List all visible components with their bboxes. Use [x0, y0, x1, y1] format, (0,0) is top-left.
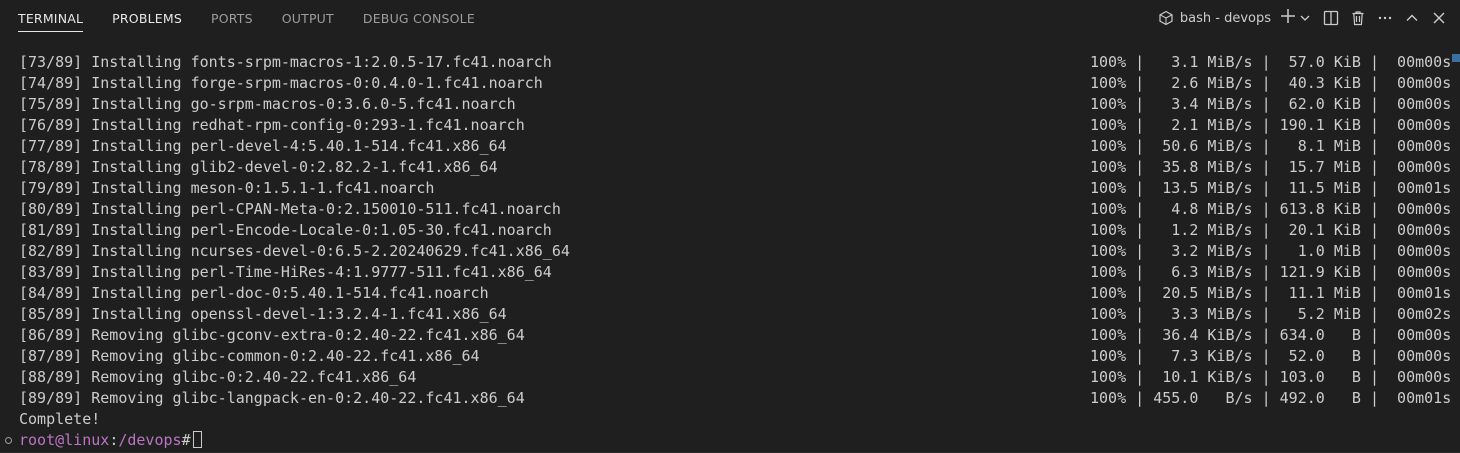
tab-label: DEBUG CONSOLE	[362, 10, 475, 26]
terminal-line: [81/89] Installing perl-Encode-Locale-0:…	[19, 221, 552, 239]
tab-debug-console[interactable]: DEBUG CONSOLE	[353, 0, 485, 36]
terminal-line: [84/89] Installing perl-doc-0:5.40.1-514…	[19, 284, 489, 302]
terminal-scrollbar[interactable]	[1452, 36, 1460, 453]
tab-output[interactable]: OUTPUT	[272, 0, 344, 36]
terminal-line-stats: 100% | 7.3 KiB/s | 52.0 B | 00m00s	[1090, 347, 1452, 365]
terminal-line: [73/89] Installing fonts-srpm-macros-1:2…	[19, 53, 552, 71]
tab-label: TERMINAL	[18, 10, 84, 26]
terminal-line-stats: 100% | 3.2 MiB/s | 1.0 MiB | 00m00s	[1090, 242, 1452, 260]
more-actions-button[interactable]	[1372, 5, 1398, 31]
terminal-line: [82/89] Installing ncurses-devel-0:6.5-2…	[19, 242, 570, 260]
tab-label: PROBLEMS	[112, 10, 182, 26]
terminal-line-stats: 100% | 4.8 MiB/s | 613.8 KiB | 00m00s	[1090, 200, 1452, 218]
chevron-down-icon[interactable]	[1299, 9, 1311, 28]
prompt-path: /devops	[118, 431, 182, 449]
panel-header: TERMINAL PROBLEMS PORTS OUTPUT DEBUG CON…	[0, 0, 1460, 36]
command-decoration-icon[interactable]	[5, 437, 12, 444]
terminal-line-stats: 100% | 2.1 MiB/s | 190.1 KiB | 00m00s	[1090, 116, 1452, 134]
terminal-line-stats: 100% | 1.2 MiB/s | 20.1 KiB | 00m00s	[1090, 221, 1452, 239]
tab-ports[interactable]: PORTS	[201, 0, 263, 36]
terminal-output[interactable]: [73/89] Installing fonts-srpm-macros-1:2…	[0, 36, 1452, 453]
terminal-line-stats: 100% | 2.6 MiB/s | 40.3 KiB | 00m00s	[1090, 74, 1452, 92]
terminal-icon	[1158, 10, 1174, 26]
terminal-line: [86/89] Removing glibc-gconv-extra-0:2.4…	[19, 326, 525, 344]
terminal-line-stats: 100% | 455.0 B/s | 492.0 B | 00m01s	[1090, 389, 1452, 407]
terminal-line: [76/89] Installing redhat-rpm-config-0:2…	[19, 116, 525, 134]
new-terminal-button[interactable]	[1279, 7, 1311, 29]
tab-problems[interactable]: PROBLEMS	[102, 0, 192, 36]
terminal-line: [85/89] Installing openssl-devel-1:3.2.4…	[19, 305, 507, 323]
terminal-line: [74/89] Installing forge-srpm-macros-0:0…	[19, 74, 543, 92]
tab-terminal[interactable]: TERMINAL	[8, 0, 93, 36]
split-icon	[1323, 10, 1339, 26]
panel-tabs: TERMINAL PROBLEMS PORTS OUTPUT DEBUG CON…	[0, 0, 494, 36]
scrollbar-marker	[1452, 54, 1460, 62]
prompt-user-host: root@linux	[19, 431, 110, 449]
terminal-line: [89/89] Removing glibc-langpack-en-0:2.4…	[19, 389, 525, 407]
close-icon	[1431, 10, 1447, 26]
terminal-line: [80/89] Installing perl-CPAN-Meta-0:2.15…	[19, 200, 561, 218]
chevron-up-icon	[1404, 10, 1420, 26]
trash-icon	[1350, 10, 1366, 26]
tab-label: PORTS	[210, 10, 253, 26]
maximize-panel-button[interactable]	[1399, 5, 1425, 31]
complete-message: Complete!	[19, 410, 101, 428]
shell-prompt[interactable]: root@linux:/devops#	[19, 430, 202, 451]
terminal-line-stats: 100% | 10.1 KiB/s | 103.0 B | 00m00s	[1090, 368, 1452, 386]
plus-icon	[1279, 7, 1297, 29]
terminal-line-stats: 100% | 3.1 MiB/s | 57.0 KiB | 00m00s	[1090, 53, 1452, 71]
terminal-line: [87/89] Removing glibc-common-0:2.40-22.…	[19, 347, 480, 365]
ellipsis-icon	[1377, 10, 1393, 26]
terminal-line: [75/89] Installing go-srpm-macros-0:3.6.…	[19, 95, 516, 113]
tab-label: OUTPUT	[281, 10, 334, 26]
terminal-line-stats: 100% | 20.5 MiB/s | 11.1 MiB | 00m01s	[1090, 284, 1452, 302]
terminal-line: [77/89] Installing perl-devel-4:5.40.1-5…	[19, 137, 507, 155]
prompt-separator: :	[109, 431, 119, 449]
terminal-line: [78/89] Installing glib2-devel-0:2.82.2-…	[19, 158, 498, 176]
terminal-line-stats: 100% | 13.5 MiB/s | 11.5 MiB | 00m01s	[1090, 179, 1452, 197]
terminal-cursor	[192, 431, 202, 448]
terminal-selector[interactable]: bash - devops	[1154, 6, 1275, 30]
kill-terminal-button[interactable]	[1345, 5, 1371, 31]
panel-actions: bash - devops	[1154, 0, 1460, 36]
terminal-line: [88/89] Removing glibc-0:2.40-22.fc41.x8…	[19, 368, 417, 386]
terminal-line: [83/89] Installing perl-Time-HiRes-4:1.9…	[19, 263, 552, 281]
split-terminal-button[interactable]	[1318, 5, 1344, 31]
terminal-line-stats: 100% | 3.3 MiB/s | 5.2 MiB | 00m02s	[1090, 305, 1452, 323]
close-panel-button[interactable]	[1426, 5, 1452, 31]
terminal-line-stats: 100% | 6.3 MiB/s | 121.9 KiB | 00m00s	[1090, 263, 1452, 281]
terminal-line-stats: 100% | 3.4 MiB/s | 62.0 KiB | 00m00s	[1090, 95, 1452, 113]
terminal-line: [79/89] Installing meson-0:1.5.1-1.fc41.…	[19, 179, 435, 197]
terminal-line-stats: 100% | 35.8 MiB/s | 15.7 MiB | 00m00s	[1090, 158, 1452, 176]
terminal-selector-label: bash - devops	[1179, 10, 1271, 26]
terminal-line-stats: 100% | 50.6 MiB/s | 8.1 MiB | 00m00s	[1090, 137, 1452, 155]
terminal-line-stats: 100% | 36.4 KiB/s | 634.0 B | 00m00s	[1090, 326, 1452, 344]
prompt-symbol: #	[181, 431, 191, 449]
